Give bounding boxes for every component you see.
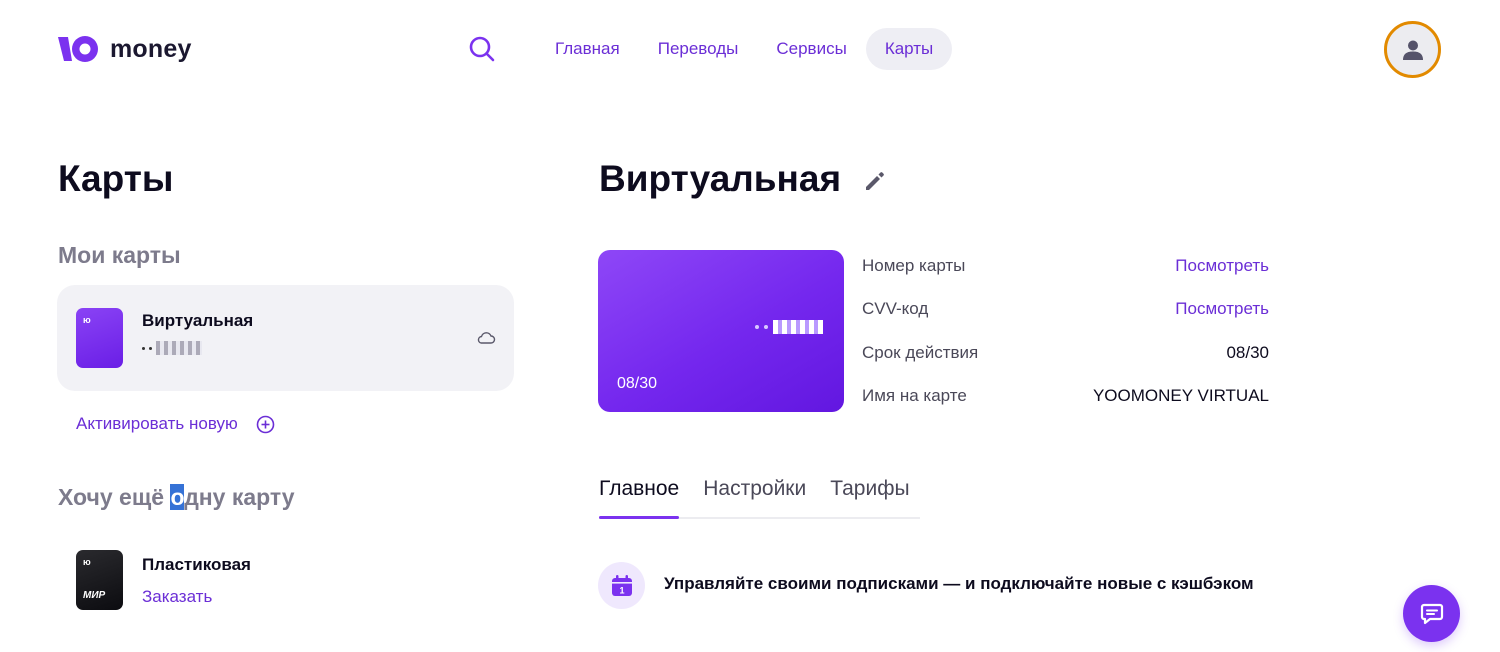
logo-icon	[58, 36, 98, 62]
avatar[interactable]	[1384, 21, 1441, 78]
search-icon	[469, 36, 495, 62]
tab-main[interactable]: Главное	[599, 474, 680, 519]
card-expiry: 08/30	[617, 375, 658, 392]
calendar-icon: 1	[611, 574, 632, 596]
svg-text:1: 1	[619, 585, 624, 595]
pencil-icon[interactable]	[862, 168, 888, 194]
card-list-item-virtual[interactable]: ю Виртуальная	[57, 285, 514, 391]
info-row-cardholder: Имя на карте YOOMONEY VIRTUAL	[862, 386, 1269, 405]
activate-label: Активировать новую	[76, 414, 238, 433]
chat-icon	[1420, 603, 1443, 624]
info-row-cvv: CVV-код Посмотреть	[862, 299, 1269, 319]
nav-item-cards[interactable]: Карты	[865, 28, 953, 70]
page-title: Карты	[58, 158, 174, 199]
subscriptions-promo-text[interactable]: Управляйте своими подписками — и подключ…	[664, 574, 1254, 594]
info-row-card-number: Номер карты Посмотреть	[862, 256, 1269, 276]
card-masked-number	[142, 341, 202, 355]
want-another-card-title: Хочу ещё одну карту	[58, 484, 295, 510]
chat-button[interactable]	[1403, 585, 1460, 642]
expiry-value: 08/30	[1226, 343, 1269, 362]
tab-tariffs[interactable]: Тарифы	[830, 474, 909, 517]
card-brand-mark: ю	[83, 315, 91, 325]
virtual-card-thumbnail: ю	[76, 308, 123, 368]
plus-circle-icon	[256, 415, 275, 433]
nav-item-services[interactable]: Сервисы	[757, 28, 865, 70]
cloud-icon	[477, 332, 496, 344]
text-selection: о	[170, 484, 185, 510]
redacted-digits	[773, 320, 823, 334]
activate-new-card-link[interactable]: Активировать новую	[76, 414, 275, 434]
info-row-expiry: Срок действия 08/30	[862, 343, 1269, 362]
tab-settings[interactable]: Настройки	[703, 474, 806, 517]
plastic-card-thumbnail: ю МИР	[76, 550, 123, 610]
plastic-card-name: Пластиковая	[142, 555, 251, 574]
card-detail-title: Виртуальная	[599, 158, 842, 199]
card-brand-mark: ю	[83, 557, 91, 567]
card-name: Виртуальная	[142, 311, 254, 330]
nav-item-main[interactable]: Главная	[536, 28, 639, 70]
order-plastic-card-link[interactable]: Заказать	[142, 587, 212, 607]
logo-text: money	[110, 34, 192, 63]
nav-item-transfers[interactable]: Переводы	[639, 28, 758, 70]
show-cvv-link[interactable]: Посмотреть	[1175, 299, 1269, 319]
logo[interactable]: money	[58, 33, 192, 65]
show-card-number-link[interactable]: Посмотреть	[1175, 256, 1269, 276]
my-cards-title: Мои карты	[58, 242, 181, 268]
redacted-digits	[156, 341, 202, 355]
card-tabs: Главное Настройки Тарифы	[599, 474, 920, 519]
mir-logo: МИР	[83, 590, 106, 601]
promo-icon-wrapper: 1	[598, 562, 645, 609]
virtual-card-image: 08/30	[598, 250, 844, 412]
card-masked-number	[755, 320, 823, 334]
user-icon	[1402, 40, 1423, 60]
search-button[interactable]	[466, 33, 498, 65]
cardholder-value: YOOMONEY VIRTUAL	[1092, 386, 1269, 405]
main-nav: Главная Переводы Сервисы Карты	[466, 27, 953, 71]
